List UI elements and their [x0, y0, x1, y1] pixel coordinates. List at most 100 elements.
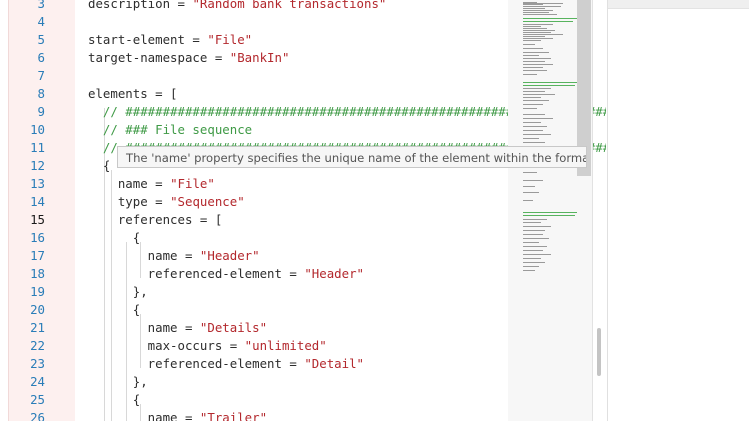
code-text: referenced-element = "Header": [88, 265, 364, 283]
line-number: 5: [37, 32, 45, 47]
line-number: 25: [30, 392, 45, 407]
code-token: referenced-element =: [88, 266, 305, 281]
code-line[interactable]: 10 // ### File sequence: [0, 121, 590, 139]
minimap-line: [523, 30, 555, 31]
line-number: 17: [30, 248, 45, 263]
code-line[interactable]: 20 {: [0, 301, 590, 319]
minimap-line: [523, 142, 545, 143]
minimap-line: [523, 212, 577, 213]
code-text: {: [88, 229, 140, 247]
minimap-line: [523, 270, 535, 271]
minimap-line: [523, 200, 533, 201]
line-number: 24: [30, 374, 45, 389]
line-number: 22: [30, 338, 45, 353]
code-line[interactable]: 21 name = "Details": [0, 319, 590, 337]
code-token: },: [88, 284, 148, 299]
code-line[interactable]: 7: [0, 67, 590, 85]
code-line[interactable]: 17 name = "Header": [0, 247, 590, 265]
line-number: 11: [30, 140, 45, 155]
code-line[interactable]: 5 start-element = "File": [0, 31, 590, 49]
code-text: name = "Trailer": [88, 409, 267, 421]
code-text: target-namespace = "BankIn": [88, 49, 289, 67]
minimap-line: [523, 36, 545, 37]
code-token: max-occurs =: [88, 338, 245, 353]
code-text: description = "Random bank transactions": [88, 0, 386, 13]
string-token: "Trailer": [199, 410, 268, 421]
minimap-line: [523, 12, 549, 13]
minimap-line: [523, 186, 535, 187]
code-text: referenced-element = "Detail": [88, 355, 364, 373]
line-number: 18: [30, 266, 45, 281]
minimap-line: [523, 21, 573, 22]
side-panel-header: [608, 0, 749, 9]
minimap-line: [523, 254, 551, 255]
minimap-line: [523, 226, 551, 227]
code-text: {: [88, 301, 140, 319]
minimap-line: [523, 18, 577, 19]
minimap-line: [523, 94, 555, 95]
minimap-line: [523, 122, 541, 123]
minimap-line: [523, 8, 545, 9]
minimap-line: [523, 230, 545, 231]
code-text: // ### File sequence: [88, 121, 252, 139]
code-token: elements = [: [88, 86, 178, 101]
code-text: max-occurs = "unlimited": [88, 337, 327, 355]
minimap-line: [523, 82, 577, 83]
string-token: "Header": [199, 248, 260, 263]
minimap-line: [523, 85, 575, 86]
minimap-line: [523, 172, 537, 173]
code-text: name = "File": [88, 175, 215, 193]
minimap-line: [523, 32, 551, 33]
code-line[interactable]: 8 elements = [: [0, 85, 590, 103]
code-line[interactable]: 4: [0, 13, 590, 31]
vertical-scrollbar-thumb[interactable]: [597, 328, 601, 376]
code-line[interactable]: 25 {: [0, 391, 590, 409]
code-line[interactable]: 18 referenced-element = "Header": [0, 265, 590, 283]
line-number: 4: [37, 14, 45, 29]
minimap-line: [523, 192, 539, 193]
minimap[interactable]: [508, 0, 592, 421]
code-token: name =: [88, 410, 200, 421]
code-line[interactable]: 3 description = "Random bank transactions…: [0, 0, 590, 13]
code-line[interactable]: 23 referenced-element = "Detail": [0, 355, 590, 373]
line-number: 19: [30, 284, 45, 299]
minimap-line: [523, 52, 549, 53]
code-line[interactable]: 24 },: [0, 373, 590, 391]
code-line[interactable]: 22 max-occurs = "unlimited": [0, 337, 590, 355]
string-token: "BankIn": [229, 50, 290, 65]
minimap-line: [523, 88, 551, 89]
string-token: "File": [207, 32, 253, 47]
minimap-line: [523, 258, 541, 259]
minimap-line: [523, 219, 547, 220]
hover-tooltip: The 'name' property specifies the unique…: [117, 146, 587, 168]
code-line[interactable]: 16 {: [0, 229, 590, 247]
line-number: 16: [30, 230, 45, 245]
code-line[interactable]: 19 },: [0, 283, 590, 301]
minimap-line: [523, 250, 543, 251]
code-token: start-element =: [88, 32, 208, 47]
string-token: "Sequence": [170, 194, 245, 209]
code-token: {: [88, 302, 141, 317]
minimap-line: [523, 6, 561, 7]
minimap-line: [523, 114, 545, 115]
code-text: {: [88, 157, 110, 175]
minimap-line: [523, 24, 553, 25]
code-line[interactable]: 15 references = [: [0, 211, 590, 229]
minimap-line: [523, 4, 543, 5]
code-line[interactable]: 13 name = "File": [0, 175, 590, 193]
code-token: {: [88, 230, 141, 245]
code-editor[interactable]: 3 description = "Random bank transactions…: [0, 0, 606, 421]
code-token: references = [: [88, 212, 223, 227]
code-line[interactable]: 6 target-namespace = "BankIn": [0, 49, 590, 67]
minimap-line: [523, 130, 543, 131]
minimap-line: [523, 238, 549, 239]
minimap-line: [523, 34, 563, 35]
code-line[interactable]: 9 // ###################################…: [0, 103, 606, 121]
minimap-line: [523, 40, 541, 41]
code-line[interactable]: 26 name = "Trailer": [0, 409, 590, 421]
code-line[interactable]: 14 type = "Sequence": [0, 193, 590, 211]
minimap-line: [523, 48, 543, 49]
minimap-line: [523, 74, 537, 75]
code-token: type =: [88, 194, 171, 209]
code-text: type = "Sequence": [88, 193, 245, 211]
